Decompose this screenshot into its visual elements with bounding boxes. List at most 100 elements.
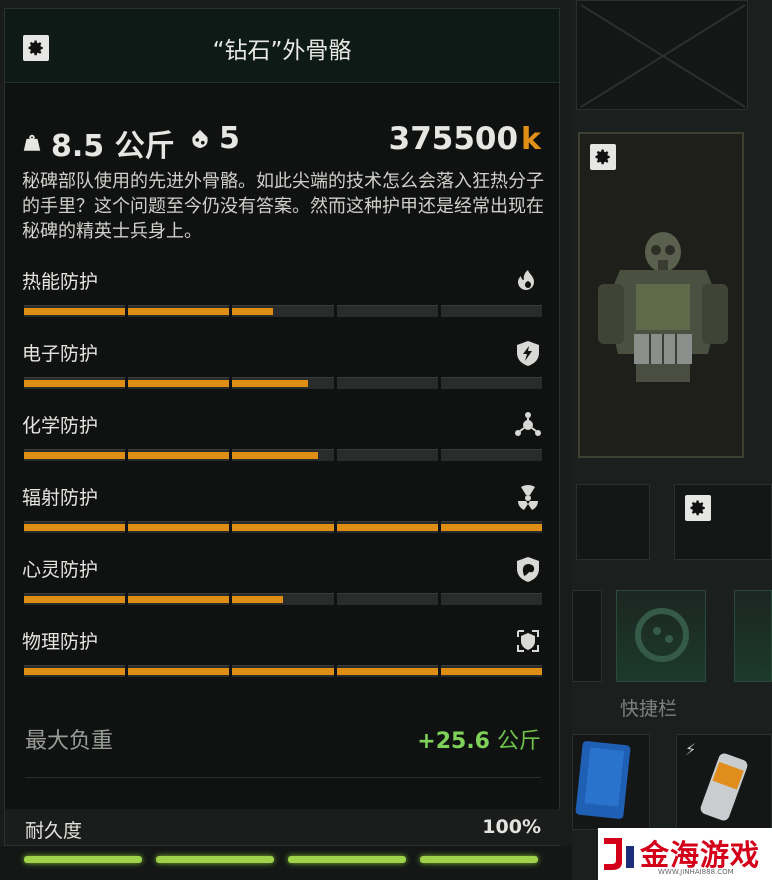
artifact-slot-icon [192, 129, 208, 148]
durability-label: 耐久度 [25, 820, 83, 842]
protection-bar-fill [128, 668, 230, 675]
item-tooltip-panel: “钻石”外骨骼 8.5 公斤 5 375500 k 秘碑部队使用的先进外骨骼。如… [4, 8, 561, 846]
protection-bar-fill [128, 524, 230, 531]
protection-bar-segment [440, 665, 543, 677]
artifact-slot-2[interactable] [616, 590, 706, 682]
protection-bar-fill [24, 308, 126, 315]
armor-slot[interactable] [578, 132, 744, 458]
protection-bar-segment [232, 377, 334, 389]
empty-slot-cross-icon [580, 4, 746, 108]
weight-stat: 8.5 公斤 [21, 121, 175, 165]
protection-bar-segment [128, 305, 230, 317]
gear-icon [595, 149, 610, 165]
protection-bar-segment [24, 521, 126, 533]
protection-bar [24, 305, 543, 317]
slots-value: 5 [219, 121, 240, 156]
protection-label: 辐射防护 [22, 487, 99, 509]
slot-settings-button[interactable] [685, 495, 711, 521]
protection-bar-segment [336, 593, 438, 605]
protection-bar-fill [24, 524, 126, 531]
max-load-value: +25.6 公斤 [417, 723, 541, 755]
divider [25, 777, 541, 778]
tooltip-header: “钻石”外骨骼 [5, 9, 559, 83]
protection-bar-fill [440, 524, 543, 531]
protection-bar-fill [232, 380, 309, 387]
book-item-image [575, 741, 631, 819]
protection-bar-segment [440, 305, 543, 317]
equipment-slot-right[interactable] [674, 484, 772, 560]
protection-bar-segment [440, 593, 543, 605]
electric-shield-icon [517, 341, 539, 366]
protection-bar-segment [128, 449, 230, 461]
item-description: 秘碑部队使用的先进外骨骼。如此尖端的技术怎么会落入狂热分子的手里？这个问题至今仍… [22, 171, 544, 242]
protection-bar-fill [232, 668, 334, 675]
protection-bar [24, 665, 543, 677]
protection-bar-fill [128, 380, 230, 387]
max-load-row: 最大负重 +25.6 公斤 [25, 721, 541, 757]
protection-bar [24, 521, 543, 533]
backpack-slot[interactable] [576, 0, 748, 110]
protection-bar-segment [24, 377, 126, 389]
protection-bar-segment [128, 665, 230, 677]
protection-bar-segment [128, 521, 230, 533]
protection-row: 热能防护 [22, 267, 544, 317]
fire-icon [518, 270, 534, 290]
protection-bar-fill [440, 668, 543, 675]
protection-bar-segment [24, 665, 126, 677]
protection-row: 辐射防护 [22, 483, 544, 533]
protection-bar-segment [440, 449, 543, 461]
protection-bar-fill [24, 668, 126, 675]
protection-bar-segment [336, 377, 438, 389]
gear-icon [690, 500, 705, 516]
watermark-url: WWW.JINHAI888.COM [658, 868, 734, 876]
protection-bar-segment [440, 377, 543, 389]
protection-bar-fill [336, 668, 438, 675]
psy-icon [517, 557, 539, 582]
protection-bar-segment [336, 305, 438, 317]
weight-value: 8.5 公斤 [51, 129, 175, 164]
protection-bar-segment [232, 449, 334, 461]
protection-bar-fill [232, 452, 319, 459]
status-light-1 [24, 856, 142, 863]
status-light-4 [420, 856, 538, 863]
protection-label: 热能防护 [22, 271, 99, 293]
protection-bar-segment [128, 593, 230, 605]
protection-label: 物理防护 [22, 631, 99, 653]
protection-row: 心灵防护 [22, 555, 544, 605]
radiation-icon [518, 485, 538, 510]
protection-bar-fill [24, 596, 126, 603]
status-light-2 [156, 856, 274, 863]
quick-slot-2[interactable]: ⚡ [676, 734, 772, 830]
protection-bar-fill [128, 596, 230, 603]
protection-bar-segment [336, 521, 438, 533]
price-value: 375500 [388, 121, 519, 157]
protection-bar-segment [232, 521, 334, 533]
max-load-number: +25.6 [417, 729, 490, 754]
currency-icon: k [521, 121, 541, 157]
exoskeleton-image [598, 232, 728, 382]
armor-settings-button[interactable] [590, 144, 616, 170]
protection-bar-segment [232, 305, 334, 317]
svg-text:⚡: ⚡ [685, 740, 696, 759]
protection-label: 电子防护 [22, 343, 99, 365]
protection-bar-segment [24, 593, 126, 605]
protection-bar [24, 449, 543, 461]
slots-stat: 5 [189, 121, 240, 156]
artifact-slot-1[interactable] [572, 590, 602, 682]
protection-bar-segment [336, 665, 438, 677]
protection-row: 化学防护 [22, 411, 544, 461]
protection-bar [24, 377, 543, 389]
quick-slot-1[interactable] [572, 734, 650, 830]
artifact-slot-3[interactable] [734, 590, 772, 682]
chemical-icon [515, 412, 541, 436]
physical-shield-icon [517, 630, 539, 652]
protection-bar-fill [128, 452, 230, 459]
protection-bar-segment [336, 449, 438, 461]
protection-bar-segment [24, 449, 126, 461]
protection-bar-fill [24, 380, 126, 387]
protection-bar-segment [232, 593, 334, 605]
protection-bar-fill [24, 452, 126, 459]
protection-bar-segment [24, 305, 126, 317]
equipment-slot-left[interactable] [576, 484, 650, 560]
protection-bar-fill [128, 308, 230, 315]
